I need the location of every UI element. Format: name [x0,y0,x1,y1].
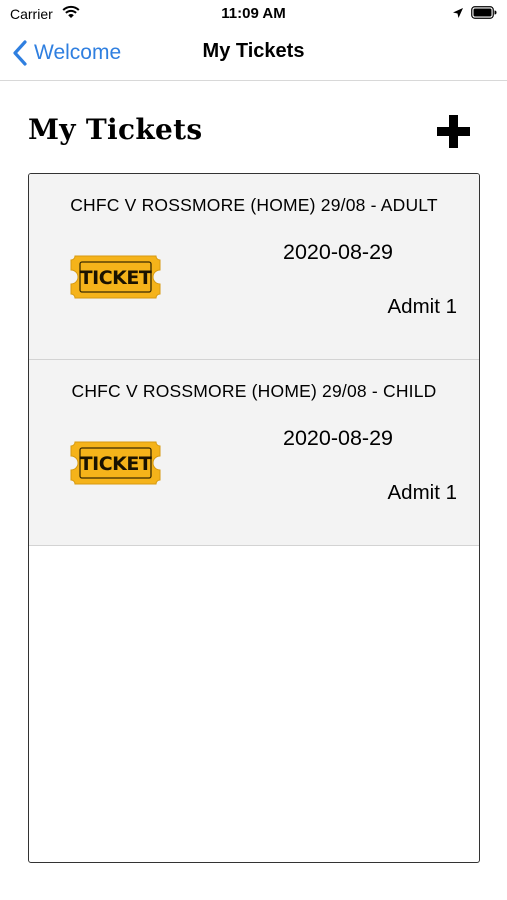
plus-icon [437,115,470,148]
add-ticket-button[interactable] [437,115,470,148]
ticket-date: 2020-08-29 [283,240,393,264]
page-title: My Tickets [28,113,203,146]
ticket-row[interactable]: CHFC V ROSSMORE (HOME) 29/08 - ADULT TIC… [29,174,479,360]
ticket-row[interactable]: CHFC V ROSSMORE (HOME) 29/08 - CHILD TIC… [29,360,479,546]
status-time: 11:09 AM [221,5,286,22]
navigation-bar: Welcome My Tickets [0,28,507,81]
battery-icon [471,6,497,19]
ticket-icon: TICKET [70,441,161,485]
ticket-icon: TICKET [70,255,161,299]
ticket-admit: Admit 1 [387,295,458,318]
status-bar: Carrier 11:09 AM [0,0,507,28]
nav-title: My Tickets [202,40,305,62]
ticket-name: CHFC V ROSSMORE (HOME) 29/08 - ADULT [70,195,438,215]
ticket-list[interactable]: CHFC V ROSSMORE (HOME) 29/08 - ADULT TIC… [28,173,480,863]
ticket-date: 2020-08-29 [283,426,393,450]
location-arrow-icon [453,8,463,18]
ticket-admit: Admit 1 [387,481,458,504]
ticket-name: CHFC V ROSSMORE (HOME) 29/08 - CHILD [71,381,437,401]
svg-text:TICKET: TICKET [80,267,152,289]
svg-text:TICKET: TICKET [80,453,152,475]
